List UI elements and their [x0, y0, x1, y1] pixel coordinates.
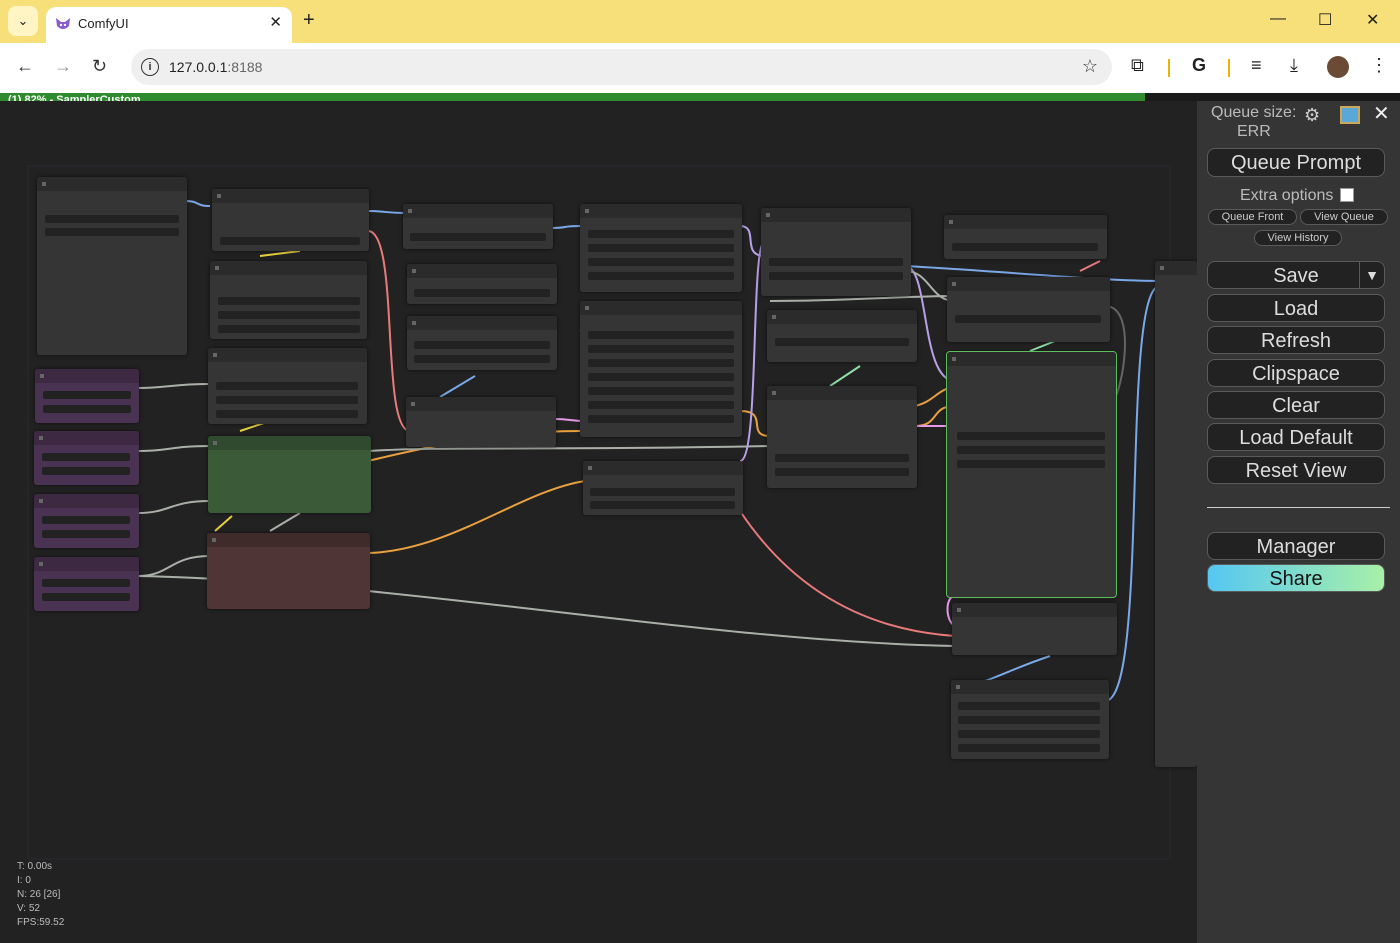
queue-size-value: ERR — [1237, 123, 1271, 140]
progress-bar — [0, 93, 1400, 101]
bookmark-star-icon[interactable]: ☆ — [1082, 56, 1098, 77]
reload-icon[interactable]: ↻ — [92, 56, 107, 77]
graph-node[interactable] — [944, 215, 1107, 259]
save-button[interactable]: Save ▼ — [1207, 261, 1385, 289]
extra-options-label: Extra options — [1240, 187, 1334, 204]
forward-arrow-icon[interactable]: → — [54, 56, 72, 77]
kebab-menu-icon[interactable]: ⋮ — [1370, 55, 1388, 76]
new-tab-button[interactable]: + — [303, 9, 315, 32]
graph-node[interactable] — [952, 603, 1117, 655]
google-g-icon[interactable]: G — [1192, 55, 1206, 76]
canvas-stats: T: 0.00s I: 0 N: 26 [26] V: 52 FPS:59.52 — [17, 860, 64, 930]
site-info-icon[interactable]: i — [141, 58, 159, 76]
toolbar-divider — [1228, 59, 1230, 77]
graph-node-output[interactable] — [1155, 261, 1197, 767]
queue-prompt-button[interactable]: Queue Prompt — [1207, 148, 1385, 177]
refresh-button[interactable]: Refresh — [1207, 326, 1385, 354]
reset-view-button[interactable]: Reset View — [1207, 456, 1385, 484]
queue-front-button[interactable]: Queue Front — [1208, 209, 1297, 225]
graph-node[interactable] — [212, 189, 369, 251]
graph-node[interactable] — [210, 261, 367, 339]
save-dropdown-icon[interactable]: ▼ — [1359, 262, 1384, 288]
graph-node[interactable] — [580, 204, 742, 292]
tab-title: ComfyUI — [78, 16, 129, 31]
browser-tab[interactable]: ComfyUI ✕ — [46, 7, 292, 43]
graph-node[interactable] — [407, 264, 557, 304]
load-default-button[interactable]: Load Default — [1207, 423, 1385, 451]
graph-node[interactable] — [580, 301, 742, 437]
progress-fill — [0, 93, 1145, 101]
image-gallery-icon[interactable] — [1340, 106, 1360, 124]
graph-canvas[interactable]: T: 0.00s I: 0 N: 26 [26] V: 52 FPS:59.52 — [0, 101, 1197, 943]
queue-size-label: Queue size: — [1211, 104, 1297, 121]
stat-fps: FPS:59.52 — [17, 917, 65, 928]
graph-node-red[interactable] — [207, 533, 370, 609]
graph-node-purple[interactable] — [35, 369, 139, 423]
media-queue-icon[interactable]: ≡ — [1251, 55, 1262, 76]
menu-close-icon[interactable]: ✕ — [1373, 101, 1390, 126]
stat-nodes: N: 26 [26] — [17, 889, 61, 900]
comfyui-logo-icon — [56, 18, 70, 29]
address-bar[interactable]: i 127.0.0.1:8188 ☆ — [131, 49, 1112, 85]
graph-node[interactable] — [407, 316, 557, 370]
graph-node[interactable] — [208, 348, 367, 424]
browser-toolbar: ← → ↻ i 127.0.0.1:8188 ☆ ⧉ G ≡ ⤓ ⋮ — [0, 43, 1400, 93]
back-arrow-icon[interactable]: ← — [16, 56, 34, 77]
view-queue-button[interactable]: View Queue — [1300, 209, 1388, 225]
tab-close-icon[interactable]: ✕ — [269, 13, 282, 31]
graph-node[interactable] — [583, 461, 743, 515]
graph-node[interactable] — [403, 204, 553, 249]
profile-avatar[interactable] — [1327, 56, 1349, 78]
stat-iterations: I: 0 — [17, 875, 31, 886]
graph-node[interactable] — [767, 386, 917, 488]
settings-gear-icon[interactable]: ⚙ — [1304, 105, 1320, 126]
download-icon[interactable]: ⤓ — [1290, 55, 1298, 76]
url-text: 127.0.0.1:8188 — [169, 59, 263, 75]
graph-node-selected[interactable] — [946, 351, 1117, 598]
menu-divider — [1207, 507, 1390, 508]
graph-node[interactable] — [951, 680, 1109, 759]
share-button[interactable]: Share — [1207, 564, 1385, 592]
graph-node-purple[interactable] — [34, 557, 139, 611]
clear-button[interactable]: Clear — [1207, 391, 1385, 419]
stat-time: T: 0.00s — [17, 861, 53, 872]
extra-options-checkbox[interactable] — [1340, 188, 1354, 202]
graph-node[interactable] — [761, 208, 911, 296]
graph-node[interactable] — [947, 277, 1110, 342]
tab-search-chevron-icon[interactable]: ⌄ — [8, 6, 38, 36]
browser-tab-bar: ⌄ ComfyUI ✕ + — ☐ ✕ — [0, 0, 1400, 43]
save-label: Save — [1273, 265, 1319, 287]
graph-node[interactable] — [37, 177, 187, 355]
minimize-icon[interactable]: — — [1270, 10, 1286, 28]
toolbar-divider — [1168, 59, 1170, 77]
maximize-icon[interactable]: ☐ — [1318, 10, 1332, 30]
clipspace-button[interactable]: Clipspace — [1207, 359, 1385, 387]
manager-button[interactable]: Manager — [1207, 532, 1385, 560]
view-history-button[interactable]: View History — [1254, 230, 1342, 246]
comfy-menu: Queue size: ⚙ ✕ ERR Queue Prompt Extra o… — [1197, 101, 1400, 943]
load-button[interactable]: Load — [1207, 294, 1385, 322]
stat-vertices: V: 52 — [17, 903, 40, 914]
graph-node-purple[interactable] — [34, 431, 139, 485]
graph-node[interactable] — [406, 397, 556, 447]
graph-node-green[interactable] — [208, 436, 371, 513]
extensions-puzzle-icon[interactable]: ⧉ — [1131, 55, 1144, 76]
graph-node-purple[interactable] — [34, 494, 139, 548]
graph-node[interactable] — [767, 310, 917, 362]
window-close-icon[interactable]: ✕ — [1366, 10, 1379, 30]
